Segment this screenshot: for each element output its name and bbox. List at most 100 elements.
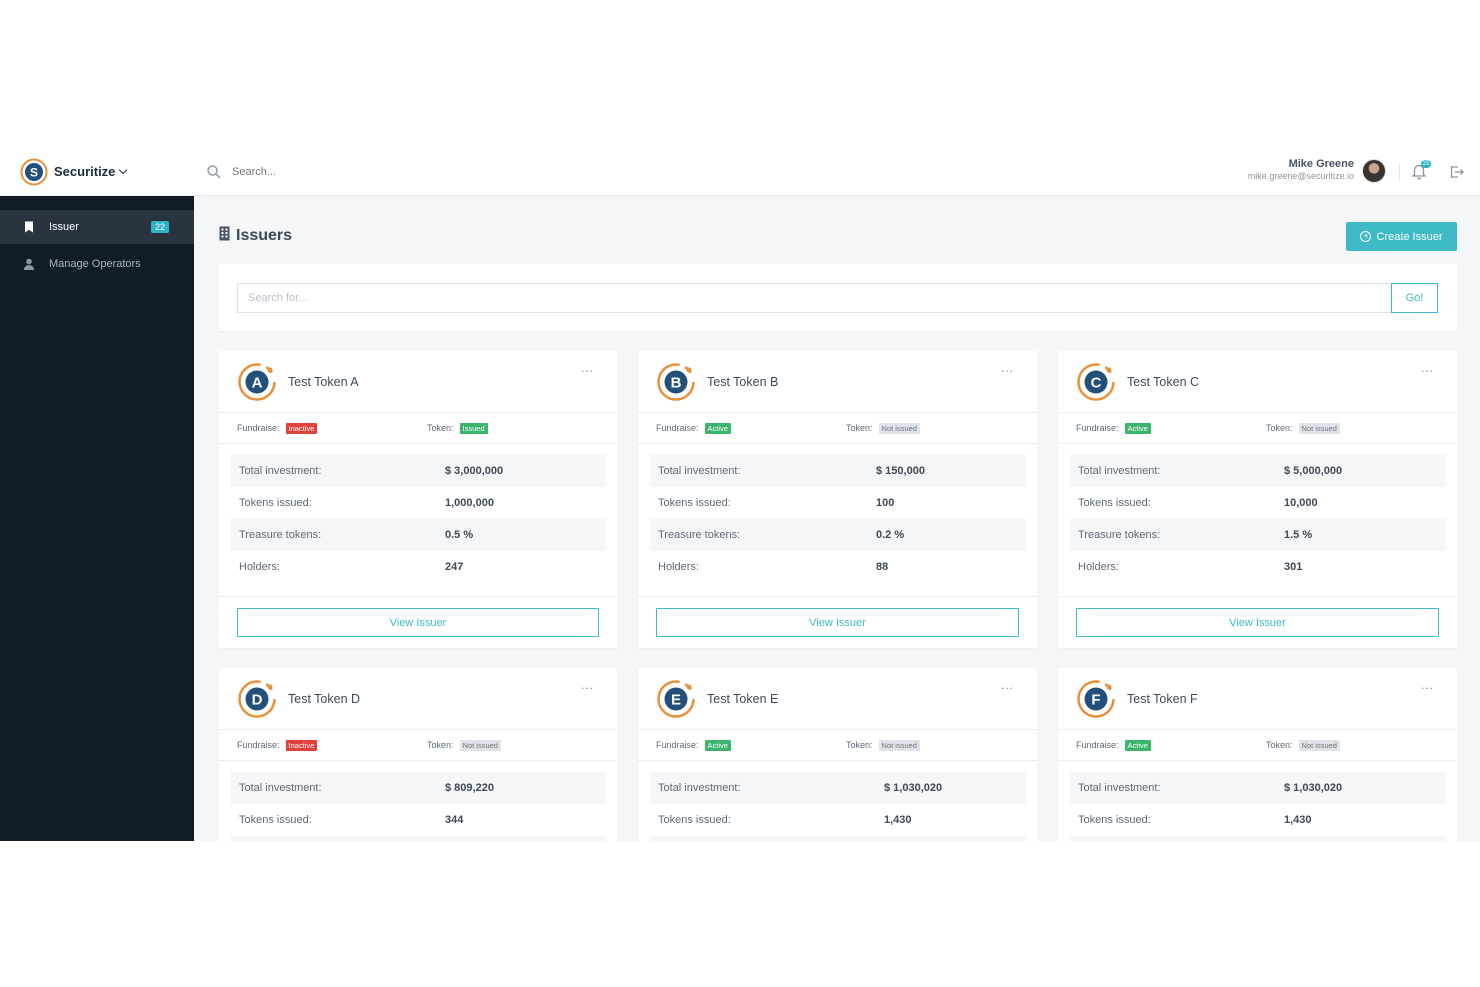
- brand-switcher[interactable]: S Securitize: [0, 148, 194, 196]
- logout-icon[interactable]: [1448, 163, 1466, 181]
- issuer-card-header: D Test Token D ...: [219, 668, 617, 730]
- bookmark-icon: [22, 220, 36, 234]
- issuer-stats: Total investment: $ 3,000,000 Tokens iss…: [219, 444, 617, 583]
- stat-value: 1,000,000: [445, 497, 494, 509]
- status-row: Fundraise: Inactive Token: Not issued: [219, 730, 617, 761]
- more-options-icon[interactable]: ...: [1001, 361, 1014, 375]
- issuer-name: Test Token E: [707, 691, 779, 706]
- create-issuer-label: Create Issuer: [1376, 230, 1443, 243]
- more-options-icon[interactable]: ...: [581, 678, 594, 692]
- stat-value: $ 3,000,000: [445, 465, 504, 477]
- token-status-badge: Not issued: [1298, 422, 1340, 434]
- token-label: Token:: [427, 740, 454, 750]
- stat-value: 301: [1284, 561, 1303, 573]
- stat-holders: Holders: 247: [231, 551, 606, 583]
- issuer-stats: Total investment: $ 150,000 Tokens issue…: [638, 444, 1037, 583]
- stat-label: Holders:: [1078, 561, 1119, 573]
- issuer-name: Test Token C: [1127, 374, 1200, 389]
- stat-value: 1.5 %: [1284, 529, 1313, 541]
- page-header: Issuers + Create Issuer: [219, 196, 1457, 276]
- stat-label: Tokens issued:: [239, 814, 312, 826]
- more-options-icon[interactable]: ...: [581, 361, 594, 375]
- fundraise-status-badge: Inactive: [285, 739, 318, 751]
- more-options-icon[interactable]: ...: [1421, 678, 1434, 692]
- stat-treasure-tokens: Treasure tokens:: [650, 836, 1026, 841]
- token-label: Token:: [1266, 740, 1293, 750]
- fundraise-status-badge: Active: [704, 422, 731, 434]
- svg-text:C: C: [1091, 374, 1102, 391]
- stat-tokens-issued: Tokens issued: 10,000: [1070, 487, 1446, 519]
- issuer-card-header: F Test Token F ...: [1058, 668, 1457, 730]
- issuer-stats: Total investment: $ 809,220 Tokens issue…: [219, 761, 617, 841]
- fundraise-label: Fundraise:: [237, 740, 280, 750]
- fundraise-label: Fundraise:: [656, 423, 699, 433]
- issuer-card-c: C Test Token C ... Fundraise: Active Tok…: [1058, 351, 1457, 648]
- token-logo-icon: E: [656, 679, 696, 719]
- stat-label: Total investment:: [239, 782, 322, 794]
- status-row: Fundraise: Active Token: Not issued: [638, 413, 1037, 444]
- stat-label: Tokens issued:: [239, 497, 312, 509]
- issuer-card-header: C Test Token C ...: [1058, 351, 1457, 413]
- issuer-card-b: B Test Token B ... Fundraise: Active Tok…: [638, 351, 1037, 648]
- stat-value: 247: [445, 561, 464, 573]
- token-logo-icon: B: [656, 362, 696, 402]
- sidebar-item-label: Manage Operators: [49, 258, 141, 270]
- brand-name: Securitize: [54, 164, 116, 179]
- create-issuer-button[interactable]: + Create Issuer: [1346, 222, 1457, 251]
- view-issuer-button[interactable]: View Issuer: [656, 608, 1019, 637]
- more-options-icon[interactable]: ...: [1421, 361, 1434, 375]
- sidebar-item-manage-operators[interactable]: Manage Operators: [0, 247, 194, 281]
- status-row: Fundraise: Active Token: Not issued: [638, 730, 1037, 761]
- stat-total-investment: Total investment: $ 1,030,020: [1070, 772, 1446, 804]
- user-email: mike.greene@securitize.io: [1247, 171, 1354, 181]
- stat-label: Treasure tokens:: [1078, 529, 1161, 541]
- sidebar: Issuer 22 Manage Operators: [0, 196, 194, 841]
- stat-total-investment: Total investment: $ 150,000: [650, 455, 1026, 487]
- issuer-card-footer: View Issuer: [1058, 596, 1457, 637]
- view-issuer-button[interactable]: View Issuer: [237, 608, 599, 637]
- token-status: Token: Not issued: [846, 422, 920, 434]
- status-row: Fundraise: Active Token: Not issued: [1058, 413, 1457, 444]
- svg-text:B: B: [671, 374, 682, 391]
- token-status-badge: Not issued: [878, 422, 920, 434]
- stat-label: Total investment:: [1078, 782, 1161, 794]
- stat-treasure-tokens: Treasure tokens: 0.2 %: [650, 519, 1026, 551]
- view-issuer-button[interactable]: View Issuer: [1076, 608, 1439, 637]
- stat-total-investment: Total investment: $ 1,030,020: [650, 772, 1026, 804]
- issuer-card-f: F Test Token F ... Fundraise: Active Tok…: [1058, 668, 1457, 841]
- avatar[interactable]: [1362, 159, 1386, 183]
- global-search-input[interactable]: [232, 165, 532, 178]
- fundraise-status-badge: Active: [704, 739, 731, 751]
- svg-text:E: E: [671, 691, 681, 708]
- sidebar-item-label: Issuer: [49, 221, 79, 233]
- token-label: Token:: [846, 423, 873, 433]
- divider: [1399, 163, 1400, 181]
- stat-label: Total investment:: [658, 465, 741, 477]
- stat-value: 88: [876, 561, 889, 573]
- token-label: Token:: [427, 423, 454, 433]
- go-button[interactable]: Go!: [1391, 282, 1438, 313]
- stat-label: Total investment:: [658, 782, 741, 794]
- user-name: Mike Greene: [1288, 158, 1354, 170]
- sidebar-item-issuer[interactable]: Issuer 22: [0, 210, 194, 244]
- search-icon[interactable]: [206, 164, 222, 180]
- more-options-icon[interactable]: ...: [1001, 678, 1014, 692]
- token-status: Token: Issued: [427, 422, 488, 434]
- chevron-down-icon: [119, 165, 128, 175]
- stat-value: 100: [876, 497, 895, 509]
- issuer-name: Test Token D: [288, 691, 361, 706]
- stat-treasure-tokens: Treasure tokens:: [231, 836, 606, 841]
- securitize-logo-icon: S: [20, 158, 48, 186]
- issuer-name: Test Token F: [1127, 691, 1198, 706]
- plus-circle-icon: +: [1360, 231, 1372, 242]
- stat-label: Total investment:: [239, 465, 322, 477]
- token-logo-icon: D: [237, 679, 277, 719]
- issuer-name: Test Token B: [707, 374, 779, 389]
- stat-label: Tokens issued:: [658, 497, 731, 509]
- issuer-card-a: A Test Token A ... Fundraise: Inactive T…: [219, 351, 617, 648]
- issuer-stats: Total investment: $ 5,000,000 Tokens iss…: [1058, 444, 1457, 583]
- token-logo-icon: F: [1076, 679, 1116, 719]
- issuer-search-input[interactable]: [237, 282, 1391, 313]
- status-row: Fundraise: Active Token: Not issued: [1058, 730, 1457, 761]
- user-info[interactable]: Mike Greene mike.greene@securitize.io: [1248, 158, 1354, 181]
